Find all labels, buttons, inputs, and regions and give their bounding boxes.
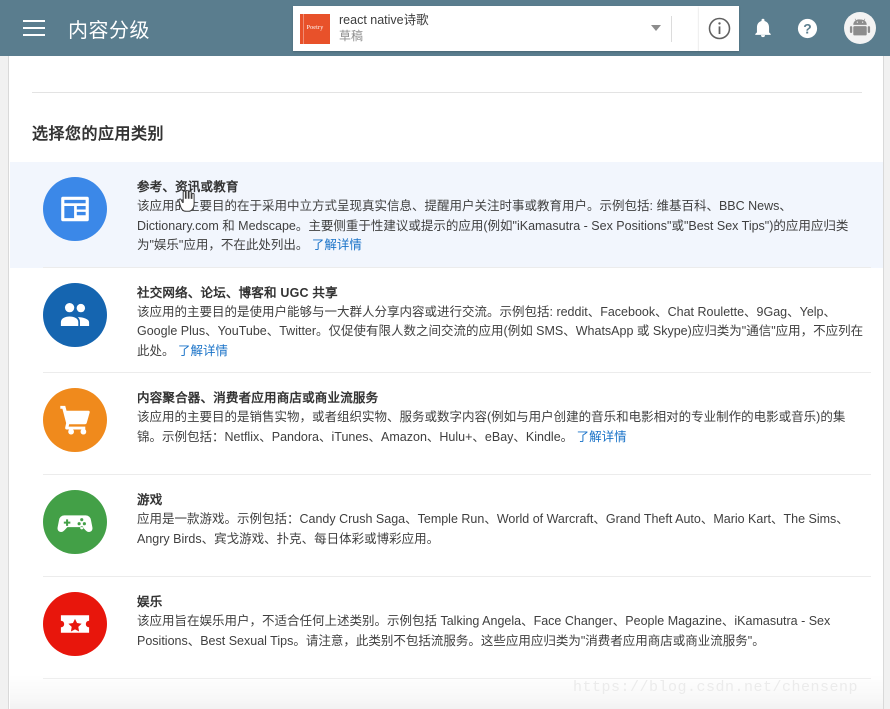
selector-divider — [671, 16, 672, 42]
category-name: 游戏 — [137, 493, 163, 507]
category-description-text: 该应用的主要目的在于采用中立方式呈现真实信息、提醒用户关注时事或教育用户。示例包… — [137, 199, 849, 252]
section-title: 选择您的应用类别 — [32, 126, 165, 143]
category-description-text: 该应用的主要目的是使用户能够与一大群人分享内容或进行交流。示例包括: reddi… — [137, 304, 864, 358]
shopping-cart-icon — [43, 388, 107, 452]
info-icon[interactable] — [699, 6, 739, 51]
app-thumbnail-label: Poetry — [306, 24, 324, 31]
ticket-star-icon — [43, 592, 107, 656]
category-name: 内容聚合器、消费者应用商店或商业流服务 — [137, 391, 379, 405]
app-selector[interactable]: Poetry react native诗歌 草稿 — [293, 6, 699, 51]
learn-more-link[interactable]: 了解详情 — [577, 430, 627, 444]
category-row-social-networking[interactable]: 社交网络、论坛、博客和 UGC 共享该应用的主要目的是使用户能够与一大群人分享内… — [10, 268, 883, 373]
app-thumbnail-icon: Poetry — [300, 13, 330, 44]
category-text: 社交网络、论坛、博客和 UGC 共享该应用的主要目的是使用户能够与一大群人分享内… — [137, 280, 865, 362]
category-row-content-aggregator-store[interactable]: 内容聚合器、消费者应用商店或商业流服务该应用的主要目的是销售实物，或者组织实物、… — [10, 373, 883, 475]
chevron-down-icon[interactable] — [651, 25, 661, 31]
category-row-reference-news-education[interactable]: 参考、资讯或教育该应用的主要目的在于采用中立方式呈现真实信息、提醒用户关注时事或… — [10, 162, 883, 268]
window-left-gutter — [0, 0, 9, 709]
category-text: 游戏应用是一款游戏。示例包括：Candy Crush Saga、Temple R… — [137, 487, 865, 565]
category-description: 该应用的主要目的是使用户能够与一大群人分享内容或进行交流。示例包括: reddi… — [137, 303, 865, 362]
app-header: 内容分级 Poetry react native诗歌 草稿 ? — [0, 0, 890, 56]
category-text: 娱乐该应用旨在娱乐用户，不适合任何上述类别。示例包括 Talking Angel… — [137, 589, 865, 667]
category-description-text: 应用是一款游戏。示例包括：Candy Crush Saga、Temple Run… — [137, 512, 849, 546]
category-description: 应用是一款游戏。示例包括：Candy Crush Saga、Temple Run… — [137, 510, 865, 549]
category-row-games[interactable]: 游戏应用是一款游戏。示例包括：Candy Crush Saga、Temple R… — [10, 475, 883, 577]
avatar — [844, 12, 876, 44]
category-description-text: 该应用旨在娱乐用户，不适合任何上述类别。示例包括 Talking Angela、… — [137, 614, 831, 648]
learn-more-link[interactable]: 了解详情 — [312, 238, 362, 252]
help-question-icon[interactable]: ? — [790, 0, 824, 56]
selected-app-status: 草稿 — [339, 29, 364, 44]
category-text: 参考、资讯或教育该应用的主要目的在于采用中立方式呈现真实信息、提醒用户关注时事或… — [137, 174, 865, 256]
main-content: 选择您的应用类别 参考、资讯或教育该应用的主要目的在于采用中立方式呈现真实信息、… — [10, 56, 883, 709]
android-avatar-icon[interactable] — [840, 0, 880, 56]
category-description-text: 该应用的主要目的是销售实物，或者组织实物、服务或数字内容(例如与用户创建的音乐和… — [137, 410, 846, 444]
page-title: 内容分级 — [68, 19, 150, 42]
category-description: 该应用旨在娱乐用户，不适合任何上述类别。示例包括 Talking Angela、… — [137, 612, 865, 651]
bell-icon[interactable] — [746, 0, 780, 56]
watermark-text: https://blog.csdn.net/chensenp — [573, 679, 859, 696]
category-list: 参考、资讯或教育该应用的主要目的在于采用中立方式呈现真实信息、提醒用户关注时事或… — [10, 162, 883, 679]
hamburger-menu-icon[interactable] — [23, 20, 45, 36]
app-window: 内容分级 Poetry react native诗歌 草稿 ? 选择您的应用类别… — [0, 0, 890, 709]
category-description: 该应用的主要目的在于采用中立方式呈现真实信息、提醒用户关注时事或教育用户。示例包… — [137, 197, 865, 256]
category-text: 内容聚合器、消费者应用商店或商业流服务该应用的主要目的是销售实物，或者组织实物、… — [137, 385, 865, 463]
people-icon — [43, 282, 107, 347]
category-name: 参考、资讯或教育 — [137, 180, 239, 194]
window-right-gutter — [883, 56, 890, 709]
category-name: 娱乐 — [137, 595, 163, 609]
article-icon — [43, 177, 107, 241]
learn-more-link[interactable]: 了解详情 — [178, 344, 228, 358]
content-top-divider — [32, 92, 862, 93]
category-row-entertainment[interactable]: 娱乐该应用旨在娱乐用户，不适合任何上述类别。示例包括 Talking Angel… — [10, 577, 883, 679]
category-description: 该应用的主要目的是销售实物，或者组织实物、服务或数字内容(例如与用户创建的音乐和… — [137, 408, 865, 447]
gamepad-icon — [43, 490, 107, 554]
svg-text:?: ? — [803, 20, 811, 36]
selected-app-name: react native诗歌 — [339, 12, 429, 27]
category-name: 社交网络、论坛、博客和 UGC 共享 — [137, 285, 338, 300]
